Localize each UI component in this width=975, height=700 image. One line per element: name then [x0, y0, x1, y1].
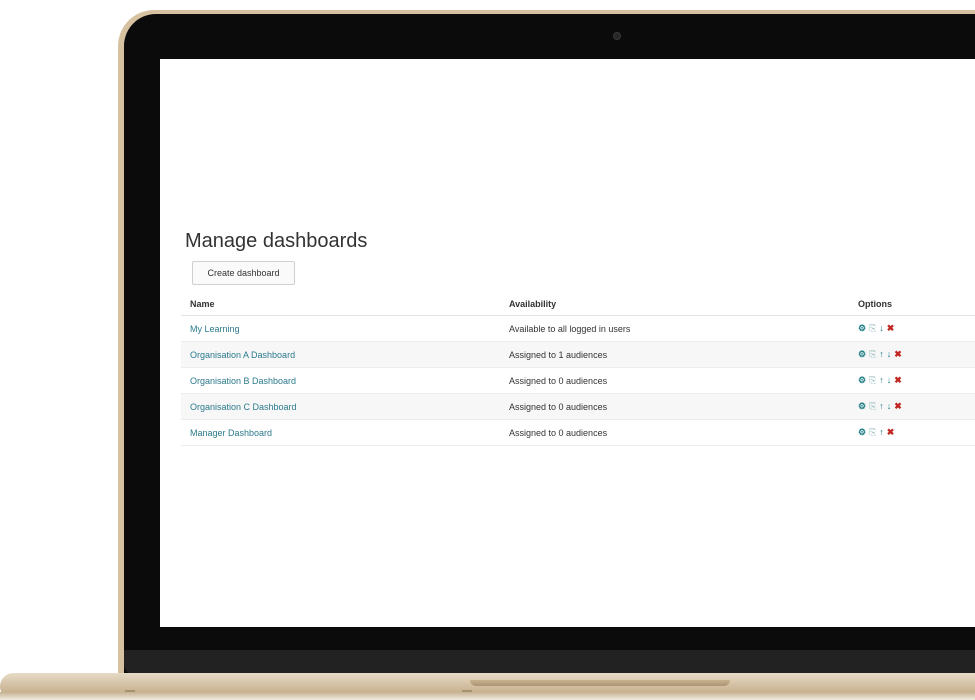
gear-icon[interactable]: ⚙ — [858, 375, 866, 386]
cell-options: ⚙ ⎘ ↑ ↓ ✖ — [849, 393, 975, 420]
dashboard-link[interactable]: Organisation B Dashboard — [190, 376, 296, 386]
table-row: Organisation B Dashboard Assigned to 0 au… — [181, 367, 975, 394]
delete-icon[interactable]: ✖ — [887, 323, 895, 334]
screen: Manage dashboards Create dashboard Name … — [160, 59, 975, 627]
cell-availability: Assigned to 0 audiences — [500, 393, 849, 420]
dashboard-link[interactable]: Manager Dashboard — [190, 428, 272, 438]
cell-name: Organisation B Dashboard — [181, 367, 500, 394]
delete-icon[interactable]: ✖ — [887, 427, 895, 438]
copy-icon[interactable]: ⎘ — [869, 401, 876, 412]
cell-options: ⚙ ⎘ ↑ ✖ — [849, 419, 975, 446]
arrow-up-icon[interactable]: ↑ — [879, 401, 884, 411]
gear-icon[interactable]: ⚙ — [858, 427, 866, 438]
copy-icon[interactable]: ⎘ — [869, 427, 876, 438]
arrow-down-icon[interactable]: ↓ — [887, 375, 892, 385]
cell-availability: Assigned to 0 audiences — [500, 419, 849, 446]
table-row: My Learning Available to all logged in us… — [181, 315, 975, 342]
cell-name: Organisation A Dashboard — [181, 341, 500, 368]
copy-icon[interactable]: ⎘ — [869, 375, 876, 386]
table-row: Manager Dashboard Assigned to 0 audiences… — [181, 419, 975, 446]
delete-icon[interactable]: ✖ — [894, 401, 902, 412]
arrow-down-icon[interactable]: ↓ — [887, 349, 892, 359]
column-header-availability: Availability — [500, 293, 849, 316]
dashboard-link[interactable]: Organisation C Dashboard — [190, 402, 297, 412]
page-title: Manage dashboards — [185, 230, 368, 252]
dashboard-link[interactable]: My Learning — [190, 324, 240, 334]
arrow-up-icon[interactable]: ↑ — [879, 349, 884, 359]
laptop-foot — [125, 690, 135, 692]
copy-icon[interactable]: ⎘ — [869, 323, 876, 334]
dashboards-table-body: My Learning Available to all logged in us… — [181, 315, 975, 446]
table-row: Organisation A Dashboard Assigned to 1 au… — [181, 341, 975, 368]
camera-icon — [613, 32, 621, 40]
gear-icon[interactable]: ⚙ — [858, 349, 866, 360]
laptop-opening-notch — [470, 680, 730, 686]
arrow-down-icon[interactable]: ↓ — [887, 401, 892, 411]
copy-icon[interactable]: ⎘ — [869, 349, 876, 360]
gear-icon[interactable]: ⚙ — [858, 323, 866, 334]
arrow-up-icon[interactable]: ↑ — [879, 375, 884, 385]
cell-options: ⚙ ⎘ ↓ ✖ — [849, 315, 975, 342]
dashboards-table: Name Availability Options My Learning Ava… — [181, 293, 975, 446]
cell-availability: Assigned to 0 audiences — [500, 367, 849, 394]
cell-name: Manager Dashboard — [181, 419, 500, 446]
column-header-options: Options — [849, 293, 975, 316]
delete-icon[interactable]: ✖ — [894, 349, 902, 360]
cell-name: My Learning — [181, 315, 500, 342]
gear-icon[interactable]: ⚙ — [858, 401, 866, 412]
table-row: Organisation C Dashboard Assigned to 0 au… — [181, 393, 975, 420]
laptop-base-shadow — [0, 692, 975, 700]
create-dashboard-button[interactable]: Create dashboard — [192, 261, 295, 285]
column-header-name[interactable]: Name — [181, 293, 500, 316]
table-header-row: Name Availability Options — [181, 293, 975, 316]
cell-name: Organisation C Dashboard — [181, 393, 500, 420]
delete-icon[interactable]: ✖ — [894, 375, 902, 386]
cell-options: ⚙ ⎘ ↑ ↓ ✖ — [849, 367, 975, 394]
cell-availability: Assigned to 1 audiences — [500, 341, 849, 368]
cell-availability: Available to all logged in users — [500, 315, 849, 342]
cell-options: ⚙ ⎘ ↑ ↓ ✖ — [849, 341, 975, 368]
arrow-down-icon[interactable]: ↓ — [879, 323, 884, 333]
dashboard-link[interactable]: Organisation A Dashboard — [190, 350, 295, 360]
laptop-foot — [462, 690, 472, 692]
arrow-up-icon[interactable]: ↑ — [879, 427, 884, 437]
